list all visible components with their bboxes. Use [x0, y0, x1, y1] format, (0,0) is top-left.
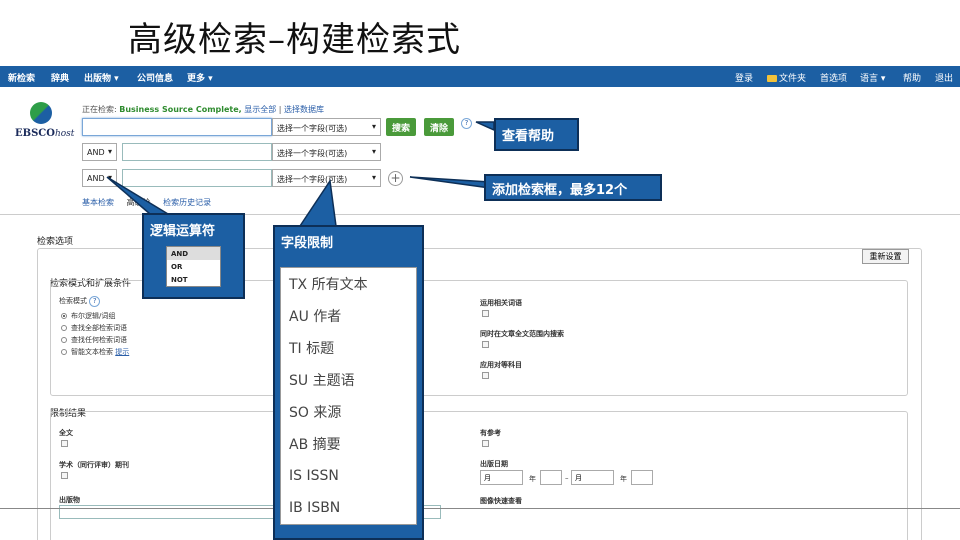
logic-option-not[interactable]: NOT [167, 273, 220, 286]
logic-options-list: AND OR NOT [166, 246, 221, 287]
field-select-1[interactable]: 选择一个字段(可选) [272, 118, 381, 136]
clear-button[interactable]: 清除 [424, 118, 455, 136]
radio-icon [61, 337, 67, 343]
smart-hint-link[interactable]: 提示 [115, 348, 129, 356]
ebsco-logo-icon [30, 102, 52, 124]
operator-select-2[interactable]: AND [82, 143, 117, 161]
field-callout: 字段限制 TX 所有文本 AU 作者 TI 标题 SU 主题语 SO 来源 AB… [273, 225, 424, 540]
searching-db-line: 正在检索: Business Source Complete, 显示全部 | 选… [82, 105, 325, 114]
logic-callout-text: 逻辑运算符 [150, 224, 216, 239]
bottom-rule [0, 508, 960, 509]
help-icon[interactable]: ? [461, 118, 472, 129]
radio-icon [61, 349, 67, 355]
search-input-2[interactable] [122, 143, 272, 161]
field-select-2[interactable]: 选择一个字段(可选) [272, 143, 381, 161]
expander-equivalent-checkbox[interactable] [482, 372, 489, 379]
pubdate-month-from[interactable]: 月 [480, 470, 523, 485]
field-callout-pointer [298, 178, 337, 227]
mode-option-boolean[interactable]: 布尔逻辑/词组 [61, 311, 115, 321]
field-option-ib[interactable]: IB ISBN [281, 492, 416, 524]
field-option-au[interactable]: AU 作者 [281, 300, 416, 332]
field-option-su[interactable]: SU 主题语 [281, 364, 416, 396]
add-callout-pointer [409, 176, 491, 189]
nav-thesaurus[interactable]: 辞典 [51, 71, 69, 84]
expander-fulltext: 同时在文章全文范围内搜索 [480, 330, 564, 338]
nav-help[interactable]: 帮助 [903, 71, 921, 84]
logic-option-and[interactable]: AND [167, 247, 220, 260]
add-row-icon[interactable]: + [388, 171, 403, 186]
limit-scholarly-checkbox[interactable] [61, 472, 68, 479]
help-callout-text: 查看帮助 [502, 129, 555, 144]
radio-icon [61, 325, 67, 331]
field-option-ab[interactable]: AB 摘要 [281, 428, 416, 460]
nav-folder[interactable]: 文件夹 [767, 71, 806, 84]
nav-login[interactable]: 登录 [735, 71, 753, 84]
limits-panel [50, 411, 908, 540]
folder-icon [767, 75, 777, 82]
pubdate-year-from[interactable] [540, 470, 562, 485]
ebsco-logo-text: EBSCOhost [15, 128, 75, 139]
field-option-is[interactable]: IS ISSN [281, 460, 416, 492]
mode-help-icon[interactable]: ? [89, 296, 101, 307]
slide-title: 高级检索–构建检索式 [128, 20, 461, 60]
field-option-ti[interactable]: TI 标题 [281, 332, 416, 364]
help-callout-pointer [475, 121, 495, 132]
database-name: Business Source Complete, [119, 105, 242, 114]
mode-label: 检索模式 ? [59, 296, 101, 307]
radio-icon [61, 313, 67, 319]
limit-references-checkbox[interactable] [482, 440, 489, 447]
limit-pubdate-label: 出版日期 [480, 460, 508, 468]
field-option-so[interactable]: SO 来源 [281, 396, 416, 428]
search-input-1[interactable] [82, 118, 272, 136]
search-history-link[interactable]: 检索历史记录 [163, 198, 211, 207]
nav-new-search[interactable]: 新检索 [8, 71, 35, 84]
pubdate-month-to[interactable]: 月 [571, 470, 614, 485]
field-options-list: TX 所有文本 AU 作者 TI 标题 SU 主题语 SO 来源 AB 摘要 I… [280, 267, 417, 525]
choose-database-link[interactable]: 选择数据库 [284, 105, 324, 114]
field-option-tx[interactable]: TX 所有文本 [281, 268, 416, 300]
expander-fulltext-checkbox[interactable] [482, 341, 489, 348]
nav-company-info[interactable]: 公司信息 [137, 71, 173, 84]
search-options-title: 检索选项 [37, 237, 74, 247]
help-callout: 查看帮助 [494, 118, 579, 151]
date-dash: – [565, 474, 569, 482]
limit-references-label: 有参考 [480, 429, 501, 437]
mode-option-any[interactable]: 查找任何检索词语 [61, 335, 127, 345]
year-label-from: 年 [529, 475, 536, 483]
slide: 高级检索–构建检索式 新检索 辞典 出版物 ▾ 公司信息 更多 ▾ 登录 文件夹… [0, 0, 960, 540]
top-nav-bar: 新检索 辞典 出版物 ▾ 公司信息 更多 ▾ 登录 文件夹 首选项 语言 ▾ 帮… [0, 66, 960, 87]
add-box-callout: 添加检索框，最多12个 [484, 174, 662, 201]
search-button[interactable]: 搜索 [386, 118, 417, 136]
expander-related-words: 运用相关词语 [480, 299, 522, 307]
operator-select-3[interactable]: AND [82, 169, 117, 187]
mode-option-smart[interactable]: 智能文本检索 提示 [61, 347, 129, 357]
nav-preferences[interactable]: 首选项 [820, 71, 847, 84]
field-select-3[interactable]: 选择一个字段(可选) [272, 169, 381, 187]
mode-option-all[interactable]: 查找全部检索词语 [61, 323, 127, 333]
nav-more[interactable]: 更多 ▾ [187, 71, 213, 84]
basic-search-link[interactable]: 基本检索 [82, 198, 114, 207]
limit-image-quick-label: 图像快速查看 [480, 497, 522, 505]
nav-publications[interactable]: 出版物 ▾ [84, 71, 119, 84]
year-label-to: 年 [620, 475, 627, 483]
nav-language[interactable]: 语言 ▾ [860, 71, 885, 84]
limit-fulltext-checkbox[interactable] [61, 440, 68, 447]
limit-publication-label: 出版物 [59, 496, 80, 504]
nav-exit[interactable]: 退出 [935, 71, 953, 84]
reset-button[interactable]: 重新设置 [862, 249, 909, 264]
limit-scholarly-label: 学术（同行评审）期刊 [59, 461, 129, 469]
expander-equivalent: 应用对等科目 [480, 361, 522, 369]
search-links: 基本检索 高级检 检索历史记录 [82, 197, 221, 208]
logic-callout: 逻辑运算符 AND OR NOT [142, 213, 245, 299]
expander-related-words-checkbox[interactable] [482, 310, 489, 317]
field-callout-text: 字段限制 [281, 236, 334, 251]
add-box-callout-text: 添加检索框，最多12个 [492, 183, 628, 198]
advanced-search-link[interactable]: 高级检 [127, 198, 151, 207]
pubdate-year-to[interactable] [631, 470, 653, 485]
limit-fulltext-label: 全文 [59, 429, 73, 437]
search-input-3[interactable] [122, 169, 272, 187]
nav-folder-label: 文件夹 [779, 74, 807, 84]
logic-option-or[interactable]: OR [167, 260, 220, 273]
show-all-link[interactable]: 显示全部 [244, 105, 276, 114]
